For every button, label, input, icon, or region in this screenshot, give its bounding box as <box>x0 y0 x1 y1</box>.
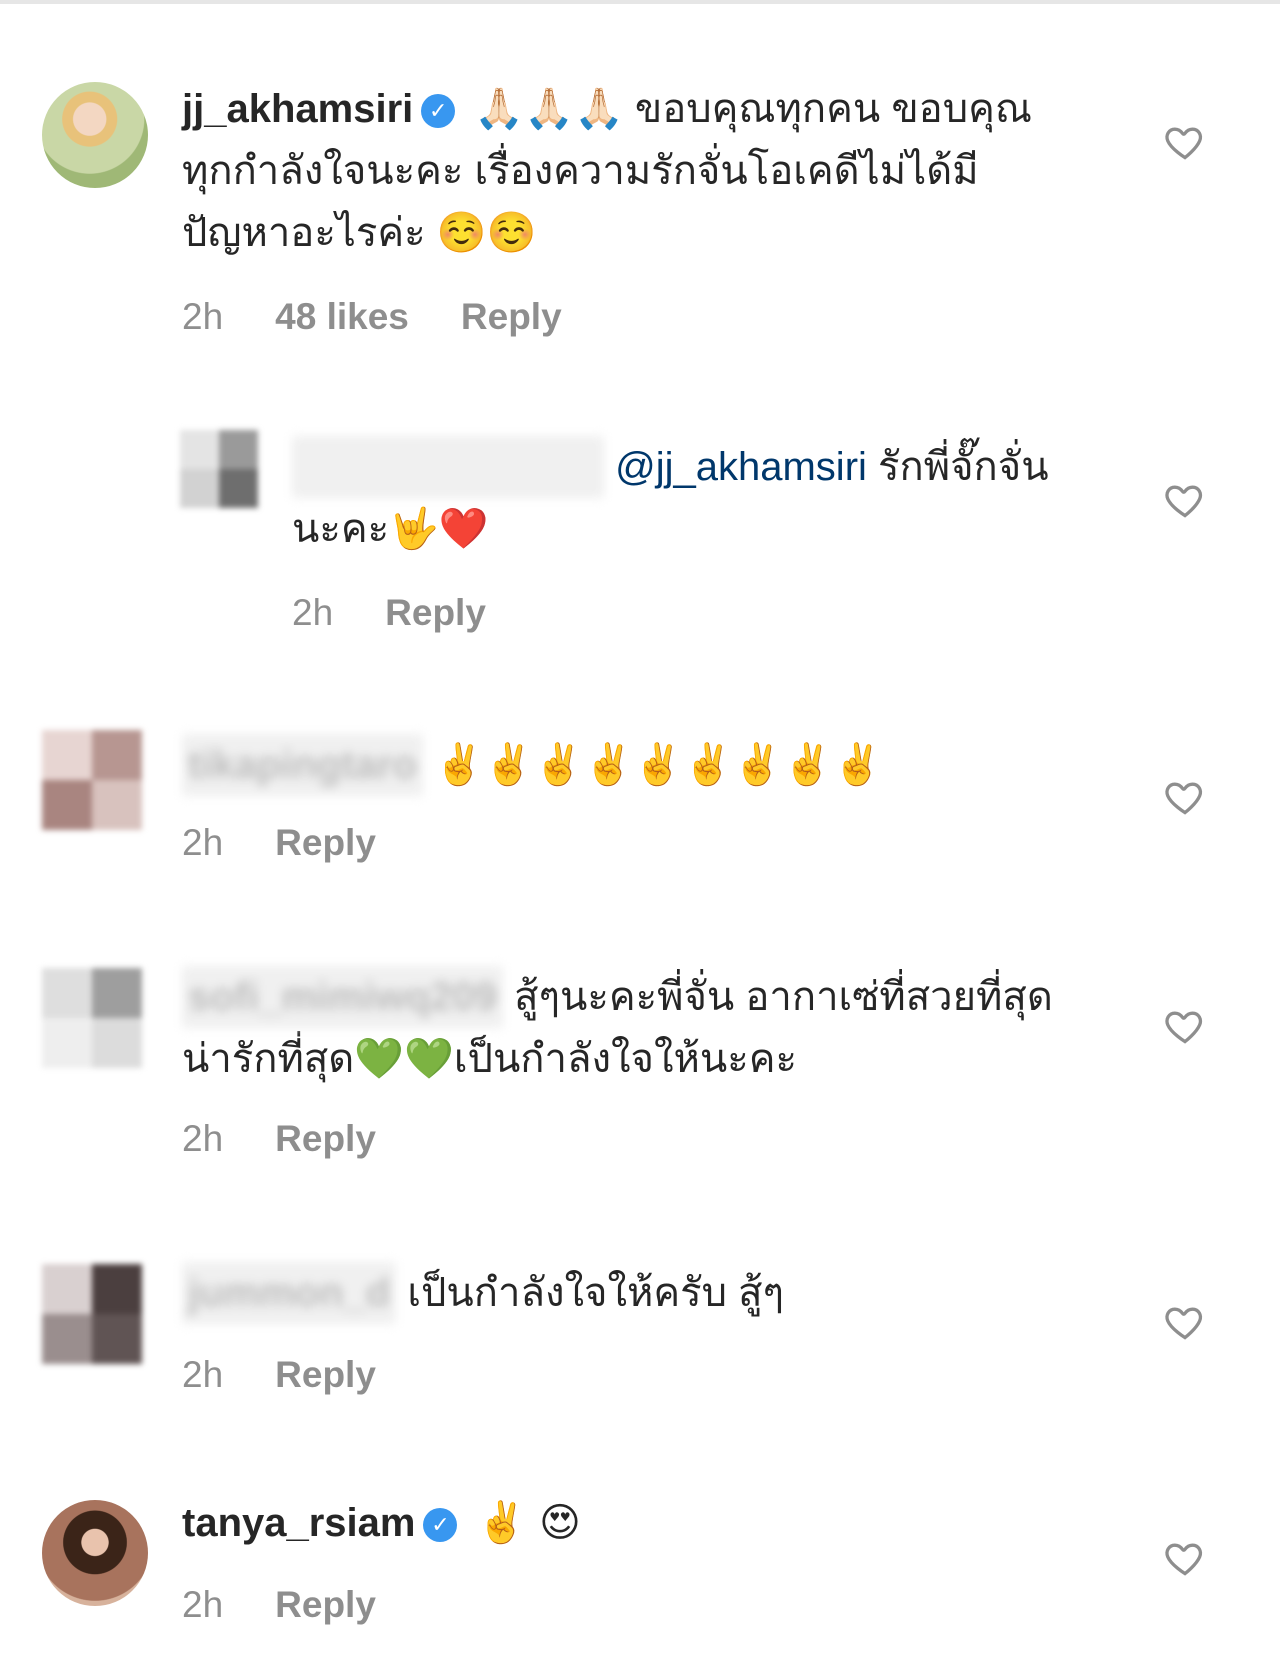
avatar[interactable] <box>42 82 148 188</box>
heart-icon[interactable] <box>1163 775 1207 819</box>
comment-username[interactable]: sofi_mimiwq209 <box>182 966 504 1028</box>
verified-badge-icon: ✓ <box>421 94 456 128</box>
comment-username[interactable]: jj_akhamsiri <box>182 87 413 131</box>
comment-username[interactable]: tanya_rsiam <box>182 1501 415 1545</box>
top-divider <box>0 0 1280 4</box>
avatar[interactable] <box>42 968 142 1068</box>
comment-time: 2h <box>292 592 334 633</box>
comment-time: 2h <box>182 296 224 337</box>
avatar[interactable] <box>180 430 258 508</box>
reply-button[interactable]: Reply <box>275 1354 376 1395</box>
heart-icon[interactable] <box>1163 1300 1207 1344</box>
heart-icon[interactable] <box>1163 478 1207 522</box>
heart-icon[interactable] <box>1163 1536 1207 1580</box>
reply-button[interactable]: Reply <box>275 822 376 863</box>
verified-badge-icon: ✓ <box>423 1508 458 1542</box>
heart-icon[interactable] <box>1163 1004 1207 1048</box>
reply-button[interactable]: Reply <box>275 1584 376 1625</box>
mention-link[interactable]: @jj_akhamsiri <box>615 445 867 489</box>
likes-count[interactable]: 48 likes <box>275 296 409 337</box>
comment-time: 2h <box>182 1118 224 1159</box>
heart-icon[interactable] <box>1163 120 1207 164</box>
avatar[interactable] <box>42 1500 148 1606</box>
reply-button[interactable]: Reply <box>275 1118 376 1159</box>
comment-text: ✌️✌️✌️✌️✌️✌️✌️✌️✌️ <box>434 742 883 788</box>
comment-time: 2h <box>182 1354 224 1395</box>
comment-time: 2h <box>182 1584 224 1625</box>
avatar[interactable] <box>42 1264 142 1364</box>
comment-time: 2h <box>182 822 224 863</box>
comment-username[interactable]: jummon_d <box>182 1262 397 1324</box>
reply-button[interactable]: Reply <box>385 592 486 633</box>
comment-text: ✌️ 😍 <box>476 1500 581 1546</box>
reply-button[interactable]: Reply <box>461 296 562 337</box>
comment-username[interactable]: tikapingtaro <box>182 734 423 796</box>
comment-text: เป็นกำลังใจให้ครับ สู้ๆ <box>407 1271 784 1315</box>
avatar[interactable] <box>42 730 142 830</box>
comment-username[interactable] <box>292 436 604 498</box>
